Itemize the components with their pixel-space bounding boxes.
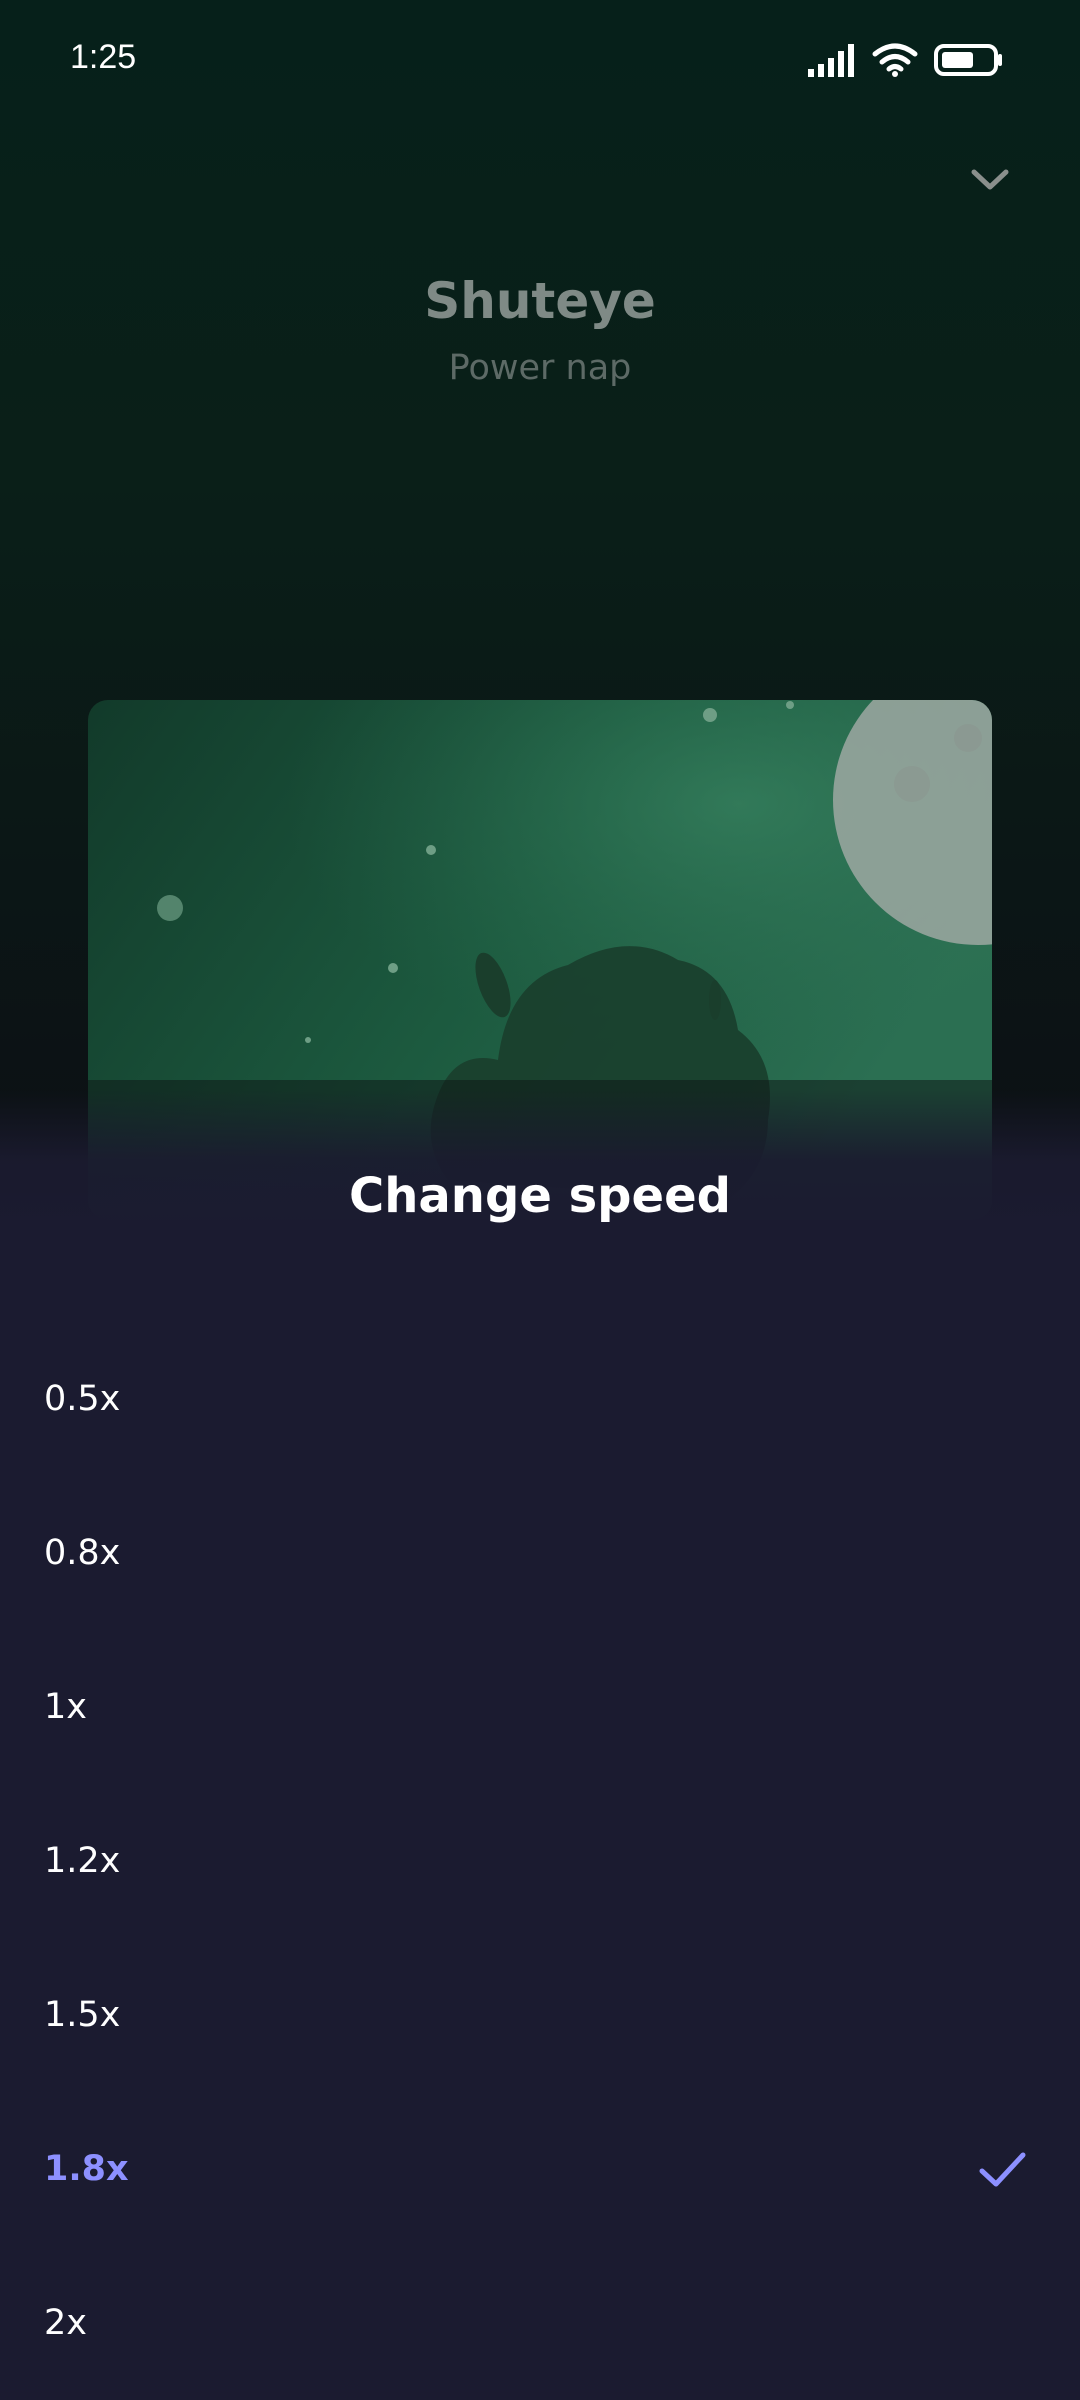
speed-option[interactable]: 0.5x — [0, 1322, 1080, 1476]
speed-option[interactable]: 1x — [0, 1630, 1080, 1784]
speed-option-label: 1.2x — [44, 1841, 121, 1881]
speed-option[interactable]: 0.8x — [0, 1476, 1080, 1630]
speed-option[interactable]: 2x — [0, 2246, 1080, 2400]
signal-icon — [808, 44, 854, 77]
speed-option-label: 1.5x — [44, 1995, 121, 2035]
battery-icon — [934, 44, 1002, 76]
speed-option-label: 1.8x — [44, 2149, 129, 2189]
status-bar: 1:25 — [0, 0, 1080, 120]
track-title: Shuteye — [424, 272, 656, 330]
speed-option[interactable]: 1.8x — [0, 2092, 1080, 2246]
speed-option-label: 0.5x — [44, 1379, 121, 1419]
check-icon — [979, 2152, 1026, 2187]
speed-option[interactable]: 1.2x — [0, 1784, 1080, 1938]
status-icons — [808, 40, 1004, 80]
speed-option-label: 0.8x — [44, 1533, 121, 1573]
speed-option-label: 1x — [44, 1687, 87, 1727]
sheet-title: Change speed — [349, 1168, 731, 1224]
wifi-icon — [872, 43, 918, 77]
speed-option[interactable]: 1.5x — [0, 1938, 1080, 2092]
track-subtitle: Power nap — [448, 348, 632, 388]
speed-option-label: 2x — [44, 2303, 87, 2343]
chevron-down-icon[interactable] — [960, 150, 1020, 210]
status-time: 1:25 — [70, 38, 137, 76]
